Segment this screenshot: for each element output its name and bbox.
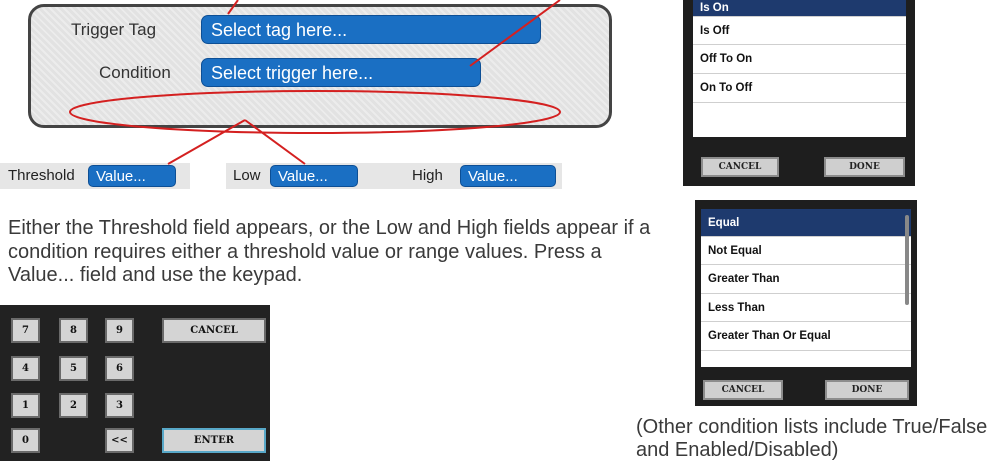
callout-overlay (69, 0, 561, 165)
callout-line-threshold (167, 119, 246, 165)
callout-line-tag (227, 0, 239, 15)
callout-line-condition (469, 0, 561, 67)
callout-ellipse (69, 90, 561, 134)
callout-line-range (244, 119, 306, 165)
